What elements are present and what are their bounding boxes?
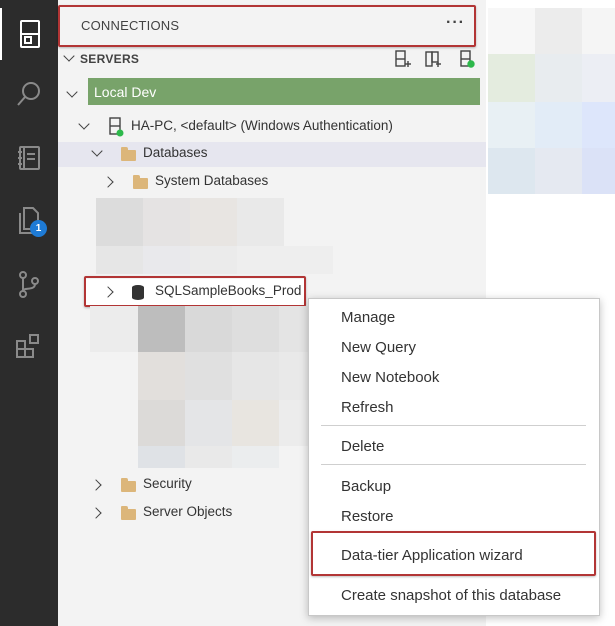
active-connections-icon[interactable] xyxy=(458,50,476,68)
menu-item-create-snapshot[interactable]: Create snapshot of this database xyxy=(341,587,561,604)
redacted-area xyxy=(96,198,143,246)
menu-item-manage[interactable]: Manage xyxy=(341,309,395,326)
databases-node[interactable]: Databases xyxy=(58,141,486,167)
redacted-area xyxy=(138,446,185,468)
menu-item-restore[interactable]: Restore xyxy=(341,508,394,525)
redacted-area xyxy=(190,198,237,246)
explorer-badge: 1 xyxy=(30,220,47,237)
databases-label: Databases xyxy=(143,145,208,160)
connections-header-highlight xyxy=(58,5,476,47)
redacted-area xyxy=(279,306,308,352)
new-server-group-icon[interactable] xyxy=(424,50,442,68)
chevron-right-icon xyxy=(90,479,102,491)
redacted-area xyxy=(143,198,190,246)
folder-icon xyxy=(121,478,136,492)
redacted-area xyxy=(138,352,185,400)
redacted-area xyxy=(535,54,582,102)
chevron-right-icon xyxy=(102,176,114,188)
redacted-area xyxy=(96,246,143,274)
redacted-area xyxy=(232,306,279,352)
menu-item-new-query[interactable]: New Query xyxy=(341,339,416,356)
notebook-icon[interactable] xyxy=(0,132,58,184)
redacted-area xyxy=(488,102,535,148)
redacted-area xyxy=(232,352,279,400)
redacted-area xyxy=(535,148,582,194)
redacted-area xyxy=(185,446,232,468)
server-group-label: Local Dev xyxy=(94,84,157,100)
menu-separator xyxy=(321,425,586,426)
redacted-area xyxy=(488,8,535,54)
redacted-area xyxy=(488,148,535,194)
server-objects-label: Server Objects xyxy=(143,504,233,519)
section-title: SERVERS xyxy=(80,52,140,66)
database-highlight xyxy=(84,276,306,307)
activity-bar: 1 xyxy=(0,0,58,626)
redacted-area xyxy=(232,446,279,468)
redacted-area xyxy=(185,306,232,352)
redacted-area xyxy=(582,148,615,194)
servers-section-header[interactable]: SERVERS xyxy=(58,48,486,70)
chevron-down-icon xyxy=(78,118,90,130)
redacted-area xyxy=(488,54,535,102)
redacted-area xyxy=(138,306,185,352)
system-databases-node[interactable]: System Databases xyxy=(58,169,486,195)
redacted-area xyxy=(237,198,284,246)
redacted-area xyxy=(232,400,279,446)
redacted-area xyxy=(237,246,333,274)
redacted-area xyxy=(582,54,615,102)
server-node[interactable]: HA-PC, <default> (Windows Authentication… xyxy=(58,114,486,140)
server-objects-node[interactable]: Server Objects xyxy=(58,500,308,526)
redacted-area xyxy=(143,246,190,274)
server-group-local-dev[interactable]: Local Dev xyxy=(88,78,480,105)
redacted-area xyxy=(279,400,308,446)
chevron-down-icon xyxy=(63,50,75,62)
redacted-area xyxy=(185,352,232,400)
chevron-right-icon xyxy=(90,507,102,519)
redacted-area xyxy=(535,102,582,148)
security-node[interactable]: Security xyxy=(58,472,308,498)
source-control-icon[interactable] xyxy=(0,258,58,310)
chevron-down-icon xyxy=(66,86,78,98)
server-icon xyxy=(109,117,124,137)
folder-icon xyxy=(133,175,148,189)
extensions-icon[interactable] xyxy=(0,320,58,372)
redacted-area xyxy=(190,246,237,274)
menu-item-backup[interactable]: Backup xyxy=(341,478,391,495)
editor-background xyxy=(486,0,615,8)
redacted-area xyxy=(582,8,615,54)
data-tier-wizard-highlight xyxy=(311,531,596,576)
security-label: Security xyxy=(143,476,192,491)
system-databases-label: System Databases xyxy=(155,173,269,188)
explorer-icon[interactable]: 1 xyxy=(0,194,58,246)
redacted-area xyxy=(279,352,308,400)
menu-item-new-notebook[interactable]: New Notebook xyxy=(341,369,439,386)
redacted-area xyxy=(185,400,232,446)
folder-icon xyxy=(121,147,136,161)
search-icon[interactable] xyxy=(0,68,58,120)
server-label: HA-PC, <default> (Windows Authentication… xyxy=(131,118,393,133)
redacted-area xyxy=(535,8,582,54)
redacted-area xyxy=(582,102,615,148)
chevron-down-icon xyxy=(91,145,103,157)
connections-icon[interactable] xyxy=(0,8,58,60)
folder-icon xyxy=(121,506,136,520)
redacted-area xyxy=(90,306,138,352)
menu-separator xyxy=(321,464,586,465)
menu-item-refresh[interactable]: Refresh xyxy=(341,399,394,416)
menu-item-delete[interactable]: Delete xyxy=(341,438,384,455)
new-connection-icon[interactable] xyxy=(394,50,412,68)
redacted-area xyxy=(138,400,185,446)
